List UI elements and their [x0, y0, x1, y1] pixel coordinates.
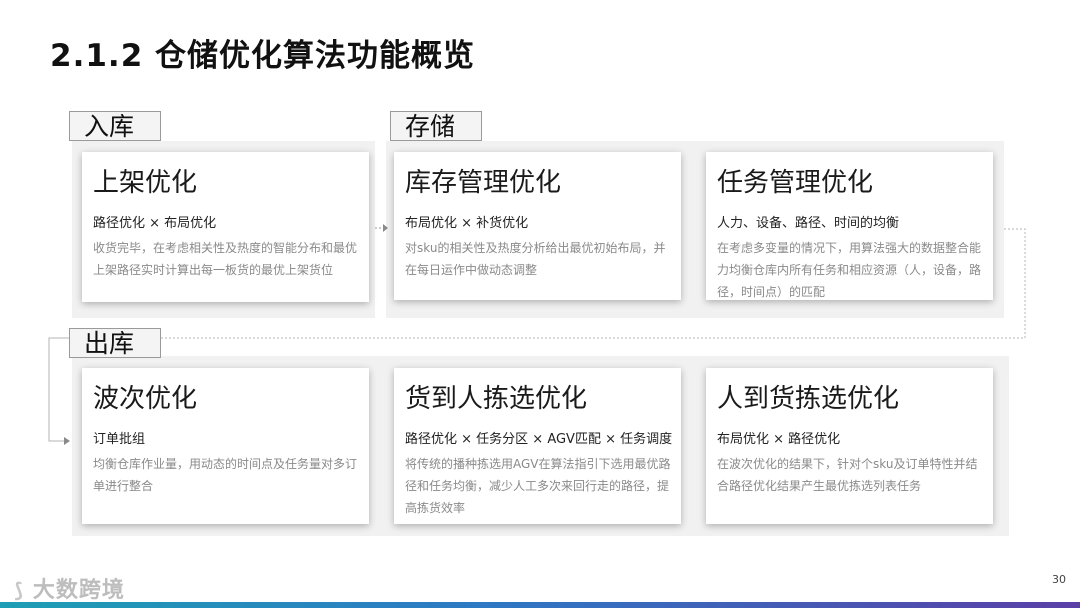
card-subtitle: 订单批组 [93, 432, 146, 447]
card-description: 在考虑多变量的情况下，用算法强大的数据整合能力均衡仓库内所有任务和相应资源（人，… [717, 241, 982, 299]
card-description: 均衡仓库作业量，用动态的时间点及任务量对多订单进行整合 [93, 457, 358, 493]
card-title: 库存管理优化 [405, 168, 562, 198]
card-person-to-goods-optimization: 人到货拣选优化 布局优化 × 路径优化 在波次优化的结果下，针对个sku及订单特… [706, 368, 993, 524]
card-description: 在波次优化的结果下，针对个sku及订单特性并结合路径优化结果产生最优拣选列表任务 [717, 457, 978, 493]
card-title: 上架优化 [93, 168, 198, 198]
logo-mark-icon: ⟆ [14, 578, 25, 602]
card-subtitle: 布局优化 × 补货优化 [405, 216, 529, 231]
card-subtitle: 路径优化 × 任务分区 × AGV匹配 × 任务调度 [405, 432, 673, 447]
card-description: 将传统的播种拣选用AGV在算法指引下选用最优路径和任务均衡，减少人工多次来回行走… [405, 457, 671, 515]
card-inventory-optimization: 库存管理优化 布局优化 × 补货优化 对sku的相关性及热度分析给出最优初始布局… [394, 152, 681, 300]
card-subtitle: 人力、设备、路径、时间的均衡 [717, 216, 900, 231]
card-putaway-optimization: 上架优化 路径优化 × 布局优化 收货完毕，在考虑相关性及热度的智能分布和最优上… [82, 152, 369, 302]
card-subtitle: 布局优化 × 路径优化 [717, 432, 841, 447]
card-title: 人到货拣选优化 [717, 384, 900, 414]
footer-logo: ⟆ 大数跨境 [14, 572, 125, 604]
logo-text: 大数跨境 [32, 578, 125, 603]
inbound-to-storage-arrow [375, 224, 388, 232]
card-title: 货到人拣选优化 [405, 384, 588, 414]
card-task-optimization: 任务管理优化 人力、设备、路径、时间的均衡 在考虑多变量的情况下，用算法强大的数… [706, 152, 993, 300]
card-subtitle: 路径优化 × 布局优化 [93, 216, 217, 231]
card-title: 波次优化 [93, 384, 198, 414]
card-description: 收货完毕，在考虑相关性及热度的智能分布和最优上架路径实时计算出每一板货的最优上架… [93, 241, 358, 277]
card-title: 任务管理优化 [717, 168, 874, 198]
page-number: 30 [1052, 573, 1066, 586]
card-goods-to-person-optimization: 货到人拣选优化 路径优化 × 任务分区 × AGV匹配 × 任务调度 将传统的播… [394, 368, 681, 524]
card-wave-optimization: 波次优化 订单批组 均衡仓库作业量，用动态的时间点及任务量对多订单进行整合 [82, 368, 369, 524]
bottom-gradient-bar [0, 602, 1080, 608]
card-description: 对sku的相关性及热度分析给出最优初始布局，并在每日运作中做动态调整 [405, 241, 666, 277]
outbound-entry-arrow [48, 337, 70, 445]
